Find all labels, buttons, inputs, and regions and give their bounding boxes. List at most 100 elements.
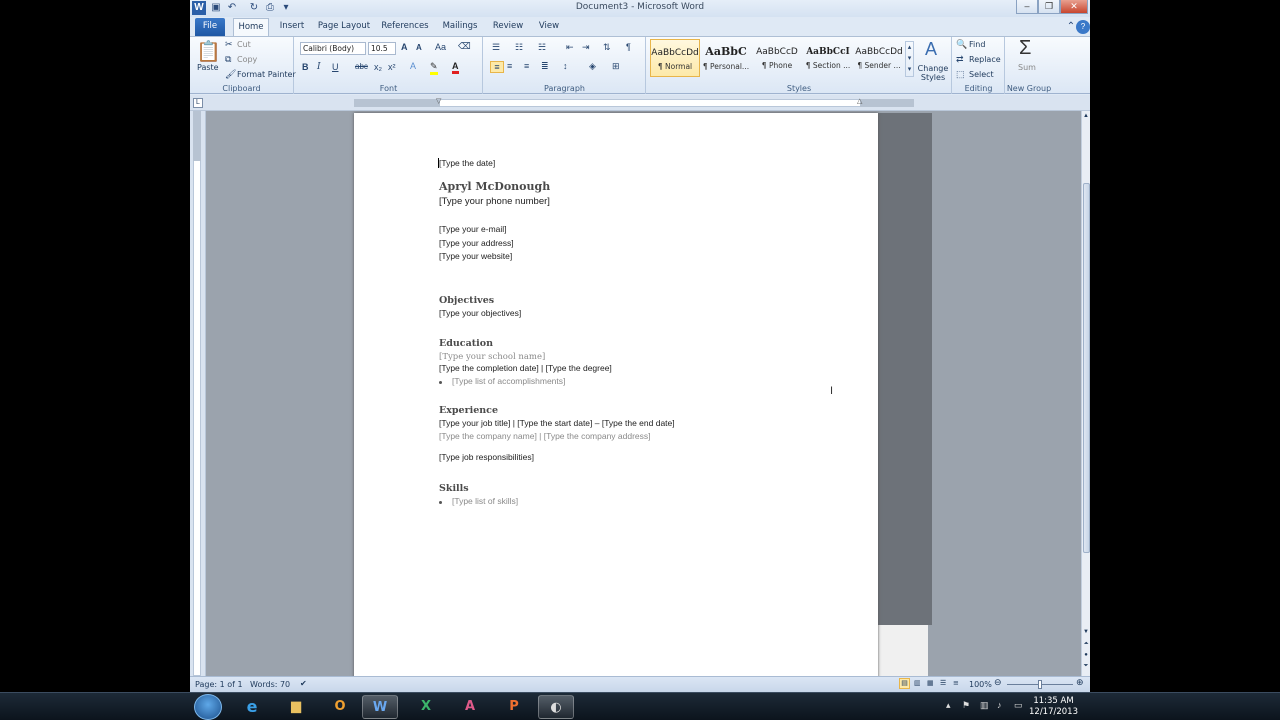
numbering-icon[interactable]: ☷ [515, 42, 523, 53]
tab-page-layout[interactable]: Page Layout [316, 18, 372, 36]
volume-icon[interactable]: ♪ [997, 700, 1002, 710]
superscript-button[interactable]: x² [388, 62, 396, 72]
powerpoint-icon[interactable]: P [496, 695, 532, 719]
internet-explorer-icon[interactable]: e [234, 695, 270, 719]
grow-font-icon[interactable]: A [401, 42, 408, 52]
change-case-icon[interactable]: Aa [435, 42, 446, 52]
tab-mailings[interactable]: Mailings [440, 18, 480, 36]
clear-formatting-icon[interactable]: ⌫ [458, 41, 471, 52]
skills-placeholder[interactable]: [Type list of skills] [452, 496, 518, 506]
cut-button[interactable]: Cut [237, 40, 251, 49]
zoom-in-icon[interactable]: ⊕ [1076, 678, 1084, 688]
shading-icon[interactable]: ◈ [589, 61, 596, 72]
start-button[interactable] [194, 694, 222, 720]
print-layout-icon[interactable]: ▤ [899, 678, 910, 689]
responsibilities-placeholder[interactable]: [Type job responsibilities] [439, 452, 534, 462]
draft-icon[interactable]: ≡ [953, 679, 959, 687]
multilevel-list-icon[interactable]: ☵ [538, 42, 546, 53]
borders-icon[interactable]: ⊞ [612, 61, 620, 72]
scroll-down-icon[interactable]: ▼ [1082, 629, 1090, 635]
style-normal[interactable]: AaBbCcDd ¶ Normal [650, 39, 700, 77]
zoom-level[interactable]: 100% [969, 680, 992, 689]
horizontal-ruler[interactable]: L ▽ △ [190, 95, 1090, 111]
align-center-icon[interactable]: ≡ [507, 61, 512, 71]
author-name[interactable]: Apryl McDonough [439, 180, 550, 193]
subscript-button[interactable]: x₂ [374, 62, 382, 72]
shrink-font-icon[interactable]: A [416, 43, 422, 52]
text-effects-icon[interactable]: A [410, 61, 416, 71]
show-hide-button[interactable]: ¶ [626, 42, 631, 52]
date-placeholder[interactable]: [Type the date] [439, 158, 495, 168]
vertical-ruler[interactable] [190, 111, 206, 676]
close-button[interactable]: ✕ [1060, 0, 1088, 14]
outlook-icon[interactable]: O [322, 695, 358, 719]
show-hidden-icons[interactable]: ▴ [946, 700, 951, 711]
education-heading[interactable]: Education [439, 338, 493, 349]
font-size-combo[interactable]: 10.5 [368, 42, 396, 55]
minimize-button[interactable]: – [1016, 0, 1038, 14]
italic-button[interactable]: I [317, 62, 321, 72]
tab-home[interactable]: Home [233, 18, 269, 36]
align-left-icon[interactable]: ≡ [490, 61, 504, 73]
zoom-slider-thumb[interactable] [1038, 680, 1042, 689]
email-placeholder[interactable]: [Type your e-mail] [439, 224, 507, 234]
sum-icon[interactable]: Σ [1019, 37, 1031, 60]
experience-heading[interactable]: Experience [439, 405, 498, 416]
access-icon[interactable]: A [452, 695, 488, 719]
document-page[interactable]: [Type the date] Apryl McDonough [Type yo… [354, 113, 878, 676]
indent-marker-icon[interactable]: ▽ [436, 97, 441, 105]
select-button[interactable]: Select [969, 70, 994, 79]
address-placeholder[interactable]: [Type your address] [439, 238, 514, 248]
styles-scroll-icon[interactable]: ▴ ▾ ▾ [905, 41, 914, 77]
copy-button[interactable]: Copy [237, 55, 257, 64]
justify-icon[interactable]: ≣ [541, 61, 549, 72]
style-sender[interactable]: AaBbCcDd ¶ Sender ... [854, 39, 904, 77]
full-screen-reading-icon[interactable]: ▥ [914, 679, 921, 687]
objectives-heading[interactable]: Objectives [439, 295, 494, 306]
recorder-icon[interactable]: ◐ [538, 695, 574, 719]
font-name-combo[interactable]: Calibri (Body) [300, 42, 366, 55]
replace-button[interactable]: Replace [969, 55, 1001, 64]
page-count[interactable]: Page: 1 of 1 [195, 680, 243, 689]
line-spacing-icon[interactable]: ↕ [563, 61, 568, 71]
tab-references[interactable]: References [380, 18, 430, 36]
completion-placeholder[interactable]: [Type the completion date] | [Type the d… [439, 363, 612, 373]
sum-button[interactable]: Sum [1018, 63, 1036, 72]
tab-view[interactable]: View [534, 18, 564, 36]
accomplishments-placeholder[interactable]: [Type list of accomplishments] [452, 376, 565, 386]
proofing-icon[interactable]: ✔ [300, 679, 307, 688]
tab-file[interactable]: File [195, 18, 225, 36]
format-painter-button[interactable]: Format Painter [237, 70, 296, 79]
sort-icon[interactable]: ⇅ [603, 42, 611, 53]
outline-icon[interactable]: ☰ [940, 679, 946, 687]
school-placeholder[interactable]: [Type your school name] [439, 352, 545, 362]
excel-icon[interactable]: X [408, 695, 444, 719]
help-icon[interactable]: ? [1076, 20, 1090, 34]
decrease-indent-icon[interactable]: ⇤ [566, 42, 574, 53]
objectives-placeholder[interactable]: [Type your objectives] [439, 308, 521, 318]
next-page-icon[interactable]: ⏷ [1082, 663, 1090, 670]
file-explorer-icon[interactable]: ▆ [278, 695, 314, 719]
change-styles-button[interactable]: Change Styles [915, 64, 951, 82]
paste-button[interactable]: Paste [197, 63, 219, 72]
find-button[interactable]: Find [969, 40, 985, 49]
previous-page-icon[interactable]: ⏶ [1082, 641, 1090, 648]
zoom-out-icon[interactable]: ⊖ [994, 678, 1002, 688]
vertical-scrollbar[interactable]: ▲ ▼ ⏶ ● ⏷ [1081, 111, 1090, 676]
increase-indent-icon[interactable]: ⇥ [582, 42, 590, 53]
strikethrough-button[interactable]: abc [355, 62, 368, 71]
web-layout-icon[interactable]: ▦ [927, 679, 934, 687]
system-clock[interactable]: 11:35 AM 12/17/2013 [1029, 696, 1078, 718]
restore-button[interactable]: ❐ [1038, 0, 1060, 14]
word-taskbar-icon[interactable]: W [362, 695, 398, 719]
flag-icon[interactable]: ⚑ [962, 700, 970, 711]
browse-object-icon[interactable]: ● [1082, 652, 1090, 658]
company-placeholder[interactable]: [Type the company name] | [Type the comp… [439, 431, 651, 441]
scroll-thumb[interactable] [1083, 183, 1090, 553]
tab-insert[interactable]: Insert [276, 18, 308, 36]
tab-review[interactable]: Review [490, 18, 526, 36]
tab-selector-icon[interactable]: L [193, 98, 203, 108]
style-phone[interactable]: AaBbCcD ¶ Phone [752, 39, 802, 77]
style-personal[interactable]: AaBbC ¶ Personal... [701, 39, 751, 77]
style-section[interactable]: AaBbCcI ¶ Section ... [803, 39, 853, 77]
